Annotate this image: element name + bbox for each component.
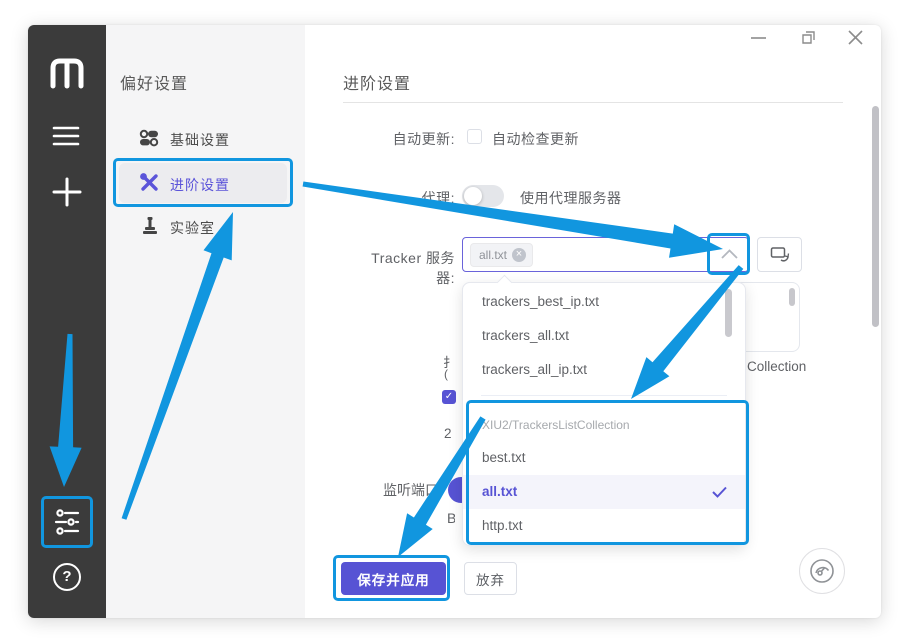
tracker-source-link-fragment: Collection bbox=[747, 359, 806, 374]
page-title: 进阶设置 bbox=[343, 70, 411, 94]
discard-button[interactable]: 放弃 bbox=[464, 562, 517, 595]
add-task-icon[interactable] bbox=[51, 176, 83, 208]
speed-limit-button[interactable] bbox=[799, 548, 845, 594]
basic-settings-icon bbox=[139, 128, 159, 148]
help-icon[interactable]: ? bbox=[53, 563, 81, 591]
tracker-selected-tag[interactable]: all.txt × bbox=[470, 243, 533, 267]
listen-port-label: 监听端口 bbox=[383, 480, 439, 500]
dropdown-item[interactable]: trackers_all.txt bbox=[463, 319, 745, 353]
tracker-server-label: Tracker 服务器: bbox=[355, 248, 455, 288]
hidden-text-fragment-3: 2 bbox=[444, 426, 452, 441]
sidebar-item-basic-settings[interactable]: 基础设置 bbox=[170, 130, 230, 150]
hidden-text-fragment-2: ( bbox=[444, 367, 448, 381]
title-divider bbox=[343, 102, 843, 103]
maximize-icon[interactable] bbox=[801, 30, 817, 46]
dropdown-scrollbar[interactable] bbox=[725, 289, 732, 337]
preferences-sliders-icon[interactable] bbox=[52, 507, 82, 537]
gauge-icon bbox=[808, 557, 836, 585]
preferences-panel bbox=[106, 25, 305, 618]
close-icon[interactable] bbox=[847, 29, 864, 46]
check-icon bbox=[712, 486, 727, 498]
textarea-scrollbar[interactable] bbox=[789, 288, 795, 306]
sidebar-item-advanced-settings-label[interactable]: 进阶设置 bbox=[170, 175, 230, 195]
tracker-dropdown: trackers_best_ip.txt trackers_all.txt tr… bbox=[462, 282, 746, 546]
dropdown-item[interactable]: trackers_all_ip.txt bbox=[463, 353, 745, 387]
sync-icon bbox=[770, 246, 790, 263]
main-scrollbar[interactable] bbox=[872, 106, 879, 327]
sidebar-item-lab[interactable]: 实验室 bbox=[170, 218, 215, 238]
auto-update-label: 自动更新: bbox=[355, 129, 455, 149]
dropdown-item[interactable]: trackers_best_ip.txt bbox=[463, 285, 745, 319]
refresh-trackers-button[interactable] bbox=[757, 237, 802, 272]
chevron-up-icon[interactable] bbox=[721, 249, 738, 259]
dropdown-group-divider bbox=[481, 395, 727, 396]
hidden-checkbox-fragment[interactable]: ✓ bbox=[442, 390, 456, 404]
dropdown-item-selected[interactable]: all.txt bbox=[463, 475, 745, 509]
toggle-knob bbox=[464, 187, 482, 205]
minimize-icon[interactable] bbox=[750, 35, 768, 41]
save-apply-button[interactable]: 保存并应用 bbox=[341, 562, 446, 595]
auto-update-checkbox[interactable] bbox=[467, 129, 482, 144]
preferences-title: 偏好设置 bbox=[120, 70, 188, 94]
dropdown-item[interactable]: http.txt bbox=[463, 509, 745, 543]
advanced-settings-icon bbox=[139, 172, 160, 193]
proxy-toggle-label: 使用代理服务器 bbox=[520, 188, 622, 208]
auto-update-checkbox-label[interactable]: 自动检查更新 bbox=[492, 129, 579, 149]
dropdown-group-label: XIU2/TrackersListCollection bbox=[463, 410, 745, 440]
proxy-label: 代理: bbox=[355, 188, 455, 208]
dropdown-item[interactable]: best.txt bbox=[463, 441, 745, 475]
proxy-toggle[interactable] bbox=[462, 185, 504, 207]
motrix-logo bbox=[49, 57, 85, 89]
task-list-icon[interactable] bbox=[52, 124, 80, 148]
lab-icon bbox=[141, 216, 159, 235]
tag-close-icon[interactable]: × bbox=[512, 248, 526, 262]
tag-label: all.txt bbox=[479, 248, 507, 262]
hidden-text-fragment-4: B bbox=[447, 510, 455, 526]
